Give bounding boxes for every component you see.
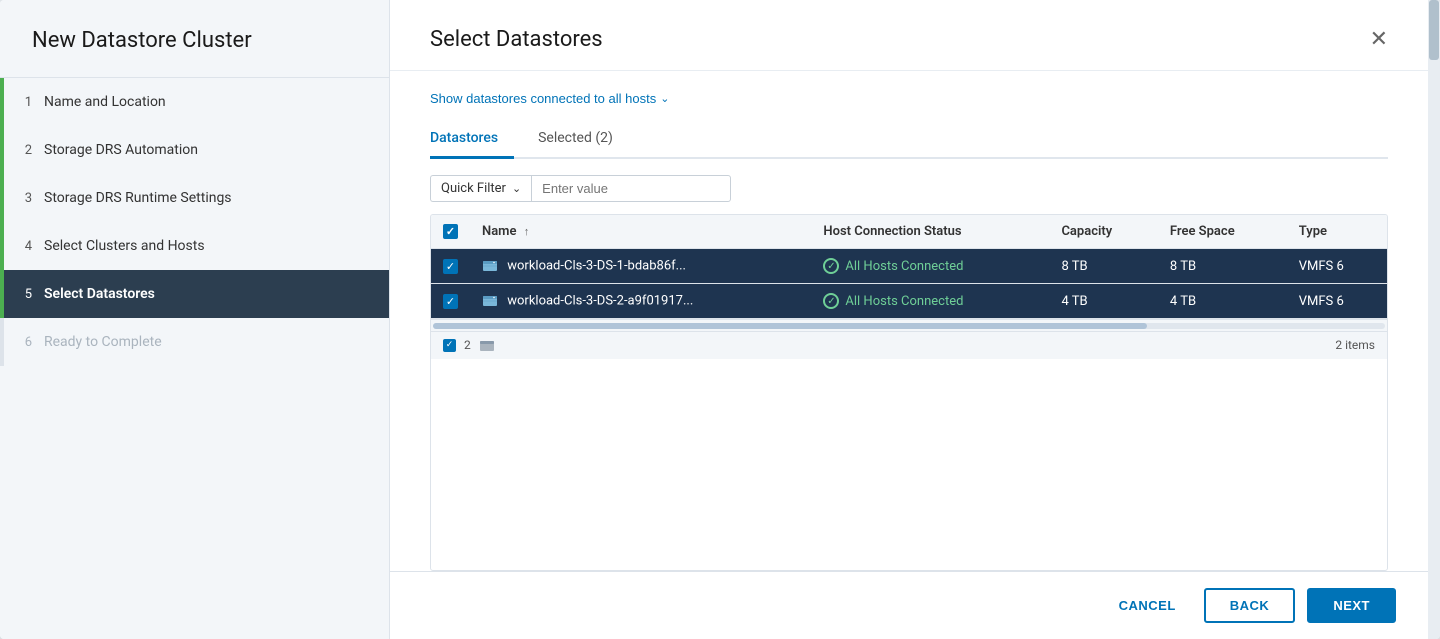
footer-icon xyxy=(479,338,495,353)
quick-filter-input[interactable] xyxy=(531,175,731,202)
step-label-1: Name and Location xyxy=(44,94,166,110)
step-number-4: 4 xyxy=(4,239,44,254)
quick-filter-select[interactable]: Quick Filter ⌄ xyxy=(430,175,531,202)
select-all-checkbox[interactable]: ✓ xyxy=(443,224,458,239)
table-body: ✓ xyxy=(431,249,1387,319)
dialog-footer: CANCEL BACK NEXT xyxy=(390,571,1428,639)
vertical-scrollbar[interactable] xyxy=(1428,0,1440,639)
row2-status-text: All Hosts Connected xyxy=(845,294,963,309)
new-datastore-cluster-dialog: New Datastore Cluster 1 Name and Locatio… xyxy=(0,0,1440,639)
step-number-2: 2 xyxy=(4,143,44,158)
scrollbar-thumb xyxy=(1429,0,1439,60)
step-label-5: Select Datastores xyxy=(44,286,155,302)
scrollbar-thumb xyxy=(433,323,1147,329)
back-button[interactable]: BACK xyxy=(1204,588,1296,623)
sidebar-step-1[interactable]: 1 Name and Location xyxy=(0,78,389,126)
row2-checkbox[interactable]: ✓ xyxy=(443,294,458,309)
header-capacity: Capacity xyxy=(1049,215,1157,249)
filter-row: Show datastores connected to all hosts ⌄ xyxy=(430,91,1388,106)
item-count: 2 items xyxy=(1335,338,1375,352)
table-row[interactable]: ✓ xyxy=(431,284,1387,319)
sidebar-step-5[interactable]: 5 Select Datastores xyxy=(0,270,389,318)
header-type: Type xyxy=(1287,215,1387,249)
row1-capacity: 8 TB xyxy=(1049,249,1157,284)
chevron-down-icon: ⌄ xyxy=(660,92,669,105)
row2-status: ✓ All Hosts Connected xyxy=(811,284,1049,319)
sidebar-title: New Datastore Cluster xyxy=(0,0,389,78)
main-content: Select Datastores ✕ Show datastores conn… xyxy=(390,0,1428,639)
datastore-icon xyxy=(482,258,498,274)
tab-datastores[interactable]: Datastores xyxy=(430,122,514,159)
header-checkbox-cell: ✓ xyxy=(431,215,470,249)
datastores-table-element: ✓ Name ↑ Host Connection Status xyxy=(431,215,1387,319)
row1-checkbox[interactable]: ✓ xyxy=(443,259,458,274)
chevron-down-icon: ⌄ xyxy=(512,182,521,195)
cancel-button[interactable]: CANCEL xyxy=(1103,590,1192,621)
row2-free-space: 4 TB xyxy=(1158,284,1287,319)
footer-left: ✓ 2 xyxy=(443,338,495,353)
step-number-5: 5 xyxy=(4,287,44,302)
sort-icon: ↑ xyxy=(524,225,530,238)
row1-checkbox-cell: ✓ xyxy=(431,249,470,284)
step-label-3: Storage DRS Runtime Settings xyxy=(44,190,232,206)
horizontal-scrollbar[interactable] xyxy=(431,319,1387,331)
quick-filter-row: Quick Filter ⌄ xyxy=(430,175,1388,202)
row1-status: ✓ All Hosts Connected xyxy=(811,249,1049,284)
tabs: Datastores Selected (2) xyxy=(430,122,1388,159)
row2-name: workload-Cls-3-DS-2-a9f01917... xyxy=(470,284,811,319)
row1-status-text: All Hosts Connected xyxy=(845,259,963,274)
main-body: Show datastores connected to all hosts ⌄… xyxy=(390,71,1428,571)
sidebar-step-6[interactable]: 6 Ready to Complete xyxy=(0,318,389,366)
step-number-6: 6 xyxy=(4,335,44,350)
sidebar-step-3[interactable]: 3 Storage DRS Runtime Settings xyxy=(0,174,389,222)
next-button[interactable]: NEXT xyxy=(1307,588,1396,623)
header-host-connection-status: Host Connection Status xyxy=(811,215,1049,249)
table-row[interactable]: ✓ xyxy=(431,249,1387,284)
step-label-2: Storage DRS Automation xyxy=(44,142,198,158)
sidebar: New Datastore Cluster 1 Name and Locatio… xyxy=(0,0,390,639)
footer-checkbox[interactable]: ✓ xyxy=(443,339,456,352)
sidebar-step-4[interactable]: 4 Select Clusters and Hosts xyxy=(0,222,389,270)
tab-selected[interactable]: Selected (2) xyxy=(538,122,629,159)
steps-list: 1 Name and Location 2 Storage DRS Automa… xyxy=(0,78,389,366)
close-button[interactable]: ✕ xyxy=(1362,24,1396,54)
datastores-table: ✓ Name ↑ Host Connection Status xyxy=(430,214,1388,571)
status-connected-icon: ✓ xyxy=(823,258,839,274)
row2-capacity: 4 TB xyxy=(1049,284,1157,319)
row2-type: VMFS 6 xyxy=(1287,284,1387,319)
step-label-4: Select Clusters and Hosts xyxy=(44,238,205,254)
datastore-icon xyxy=(482,293,498,309)
step-number-1: 1 xyxy=(4,95,44,110)
main-title: Select Datastores xyxy=(430,27,603,52)
sidebar-step-2[interactable]: 2 Storage DRS Automation xyxy=(0,126,389,174)
step-label-6: Ready to Complete xyxy=(44,334,162,350)
table-header-row: ✓ Name ↑ Host Connection Status xyxy=(431,215,1387,249)
quick-filter-label: Quick Filter xyxy=(441,181,506,196)
status-connected-icon: ✓ xyxy=(823,293,839,309)
row1-type: VMFS 6 xyxy=(1287,249,1387,284)
filter-label: Show datastores connected to all hosts xyxy=(430,91,656,106)
header-name[interactable]: Name ↑ xyxy=(470,215,811,249)
row2-checkbox-cell: ✓ xyxy=(431,284,470,319)
table-footer: ✓ 2 2 items xyxy=(431,331,1387,359)
step-number-3: 3 xyxy=(4,191,44,206)
scrollbar-track xyxy=(433,323,1385,329)
row1-name: workload-Cls-3-DS-1-bdab86f... xyxy=(470,249,811,284)
filter-dropdown[interactable]: Show datastores connected to all hosts ⌄ xyxy=(430,91,669,106)
row1-free-space: 8 TB xyxy=(1158,249,1287,284)
main-header: Select Datastores ✕ xyxy=(390,0,1428,71)
header-free-space: Free Space xyxy=(1158,215,1287,249)
